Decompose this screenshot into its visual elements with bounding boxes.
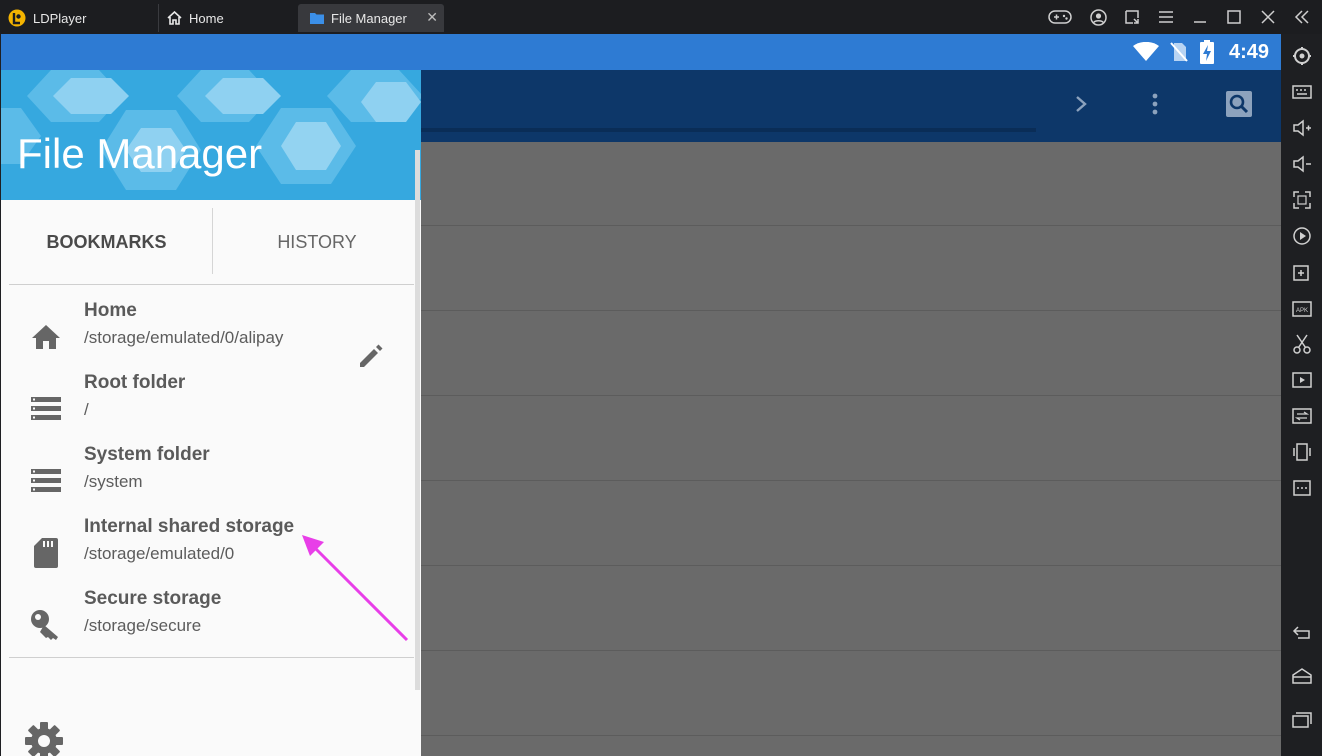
clock: 4:49 [1228,41,1269,63]
list-divider [421,480,1281,481]
list-divider [421,650,1281,651]
bookmark-path: /system [84,472,143,491]
tab-file-manager[interactable]: File Manager ✕ [298,4,444,32]
bookmark-system-folder[interactable]: System folder /system [1,442,413,514]
no-sim-icon [1169,42,1189,67]
divider [9,657,414,658]
volume-up-icon[interactable] [1290,116,1314,140]
maximize-icon[interactable] [1223,8,1245,26]
menu-icon[interactable] [1155,8,1177,26]
settings-icon[interactable] [1290,44,1314,68]
window-titlebar: LDPlayer Home File Manager ✕ [0,0,1322,34]
pencil-icon[interactable] [355,340,387,372]
apk-icon[interactable]: APK [1290,296,1314,320]
bookmark-path: /storage/emulated/0 [84,544,235,563]
recents-icon[interactable] [1290,708,1314,732]
storage-list-icon [29,392,63,426]
drawer-header: File Manager [1,70,421,200]
ldplayer-logo-icon [8,9,26,27]
screen-capture-icon[interactable] [1121,8,1143,26]
storage-list-icon [29,464,63,498]
key-icon [29,608,63,642]
bookmark-name: Secure storage [84,588,222,609]
tab-bookmarks[interactable]: BOOKMARKS [1,200,212,284]
sync-icon[interactable] [1290,404,1314,428]
keyboard-icon[interactable] [1290,80,1314,104]
shake-icon[interactable] [1290,440,1314,464]
gamepad-icon[interactable] [1047,8,1073,26]
more-icon[interactable] [1290,476,1314,500]
list-divider [421,310,1281,311]
folder-icon [310,12,324,24]
emulator-sidebar: APK [1281,34,1322,756]
battery-charging-icon [1200,40,1214,69]
list-divider [421,565,1281,566]
fullscreen-icon[interactable] [1290,188,1314,212]
bookmark-home[interactable]: Home /storage/emulated/0/alipay [1,298,413,370]
more-vert-icon[interactable] [1141,90,1169,118]
tab-home-label: Home [189,10,224,26]
tab-close-icon[interactable]: ✕ [426,10,438,24]
volume-down-icon[interactable] [1290,152,1314,176]
home-icon [29,320,63,354]
home-icon[interactable] [1290,664,1314,688]
chevron-right-icon[interactable] [1067,90,1095,118]
app-name: LDPlayer [33,10,87,26]
sd-card-icon [29,536,63,570]
android-status-bar: 4:49 [1,34,1281,70]
navigation-drawer: File Manager BOOKMARKS HISTORY Home /sto… [1,70,421,756]
list-divider [421,225,1281,226]
back-icon[interactable] [1290,620,1314,644]
wifi-icon [1133,41,1159,67]
bookmark-name: Internal shared storage [84,516,295,537]
bookmark-path: /storage/secure [84,616,202,635]
bookmark-path: /storage/emulated/0/alipay [84,328,284,347]
minimize-icon[interactable] [1189,8,1211,26]
svg-text:APK: APK [1296,308,1308,314]
close-icon[interactable] [1257,8,1279,26]
bookmark-root-folder[interactable]: Root folder / [1,370,413,442]
divider [9,284,414,285]
tab-history[interactable]: HISTORY [213,200,421,284]
drawer-tabs: BOOKMARKS HISTORY [1,200,421,284]
app-logo: LDPlayer [8,4,86,32]
home-icon [167,11,182,25]
bookmark-name: Home [84,300,137,321]
bookmark-name: System folder [84,444,210,465]
list-divider [421,735,1281,736]
gear-icon[interactable] [23,720,65,756]
account-icon[interactable] [1087,8,1109,26]
video-icon[interactable] [1290,368,1314,392]
arrow-annotation [302,535,409,642]
bookmark-name: Root folder [84,372,186,393]
list-divider [421,395,1281,396]
android-screen: 4:49 File Manager BOOKMARKS HISTORY Home… [1,34,1281,756]
collapse-sidebar-icon[interactable] [1291,8,1313,26]
record-icon[interactable] [1290,224,1314,248]
scissors-icon[interactable] [1290,332,1314,356]
search-icon[interactable] [1225,90,1253,118]
drawer-title: File Manager [17,130,263,177]
tab-file-manager-label: File Manager [331,10,407,26]
loading-progress-bar [421,128,1036,132]
tab-home[interactable]: Home [158,4,224,32]
bookmark-path: / [84,400,89,419]
add-window-icon[interactable] [1290,260,1314,284]
